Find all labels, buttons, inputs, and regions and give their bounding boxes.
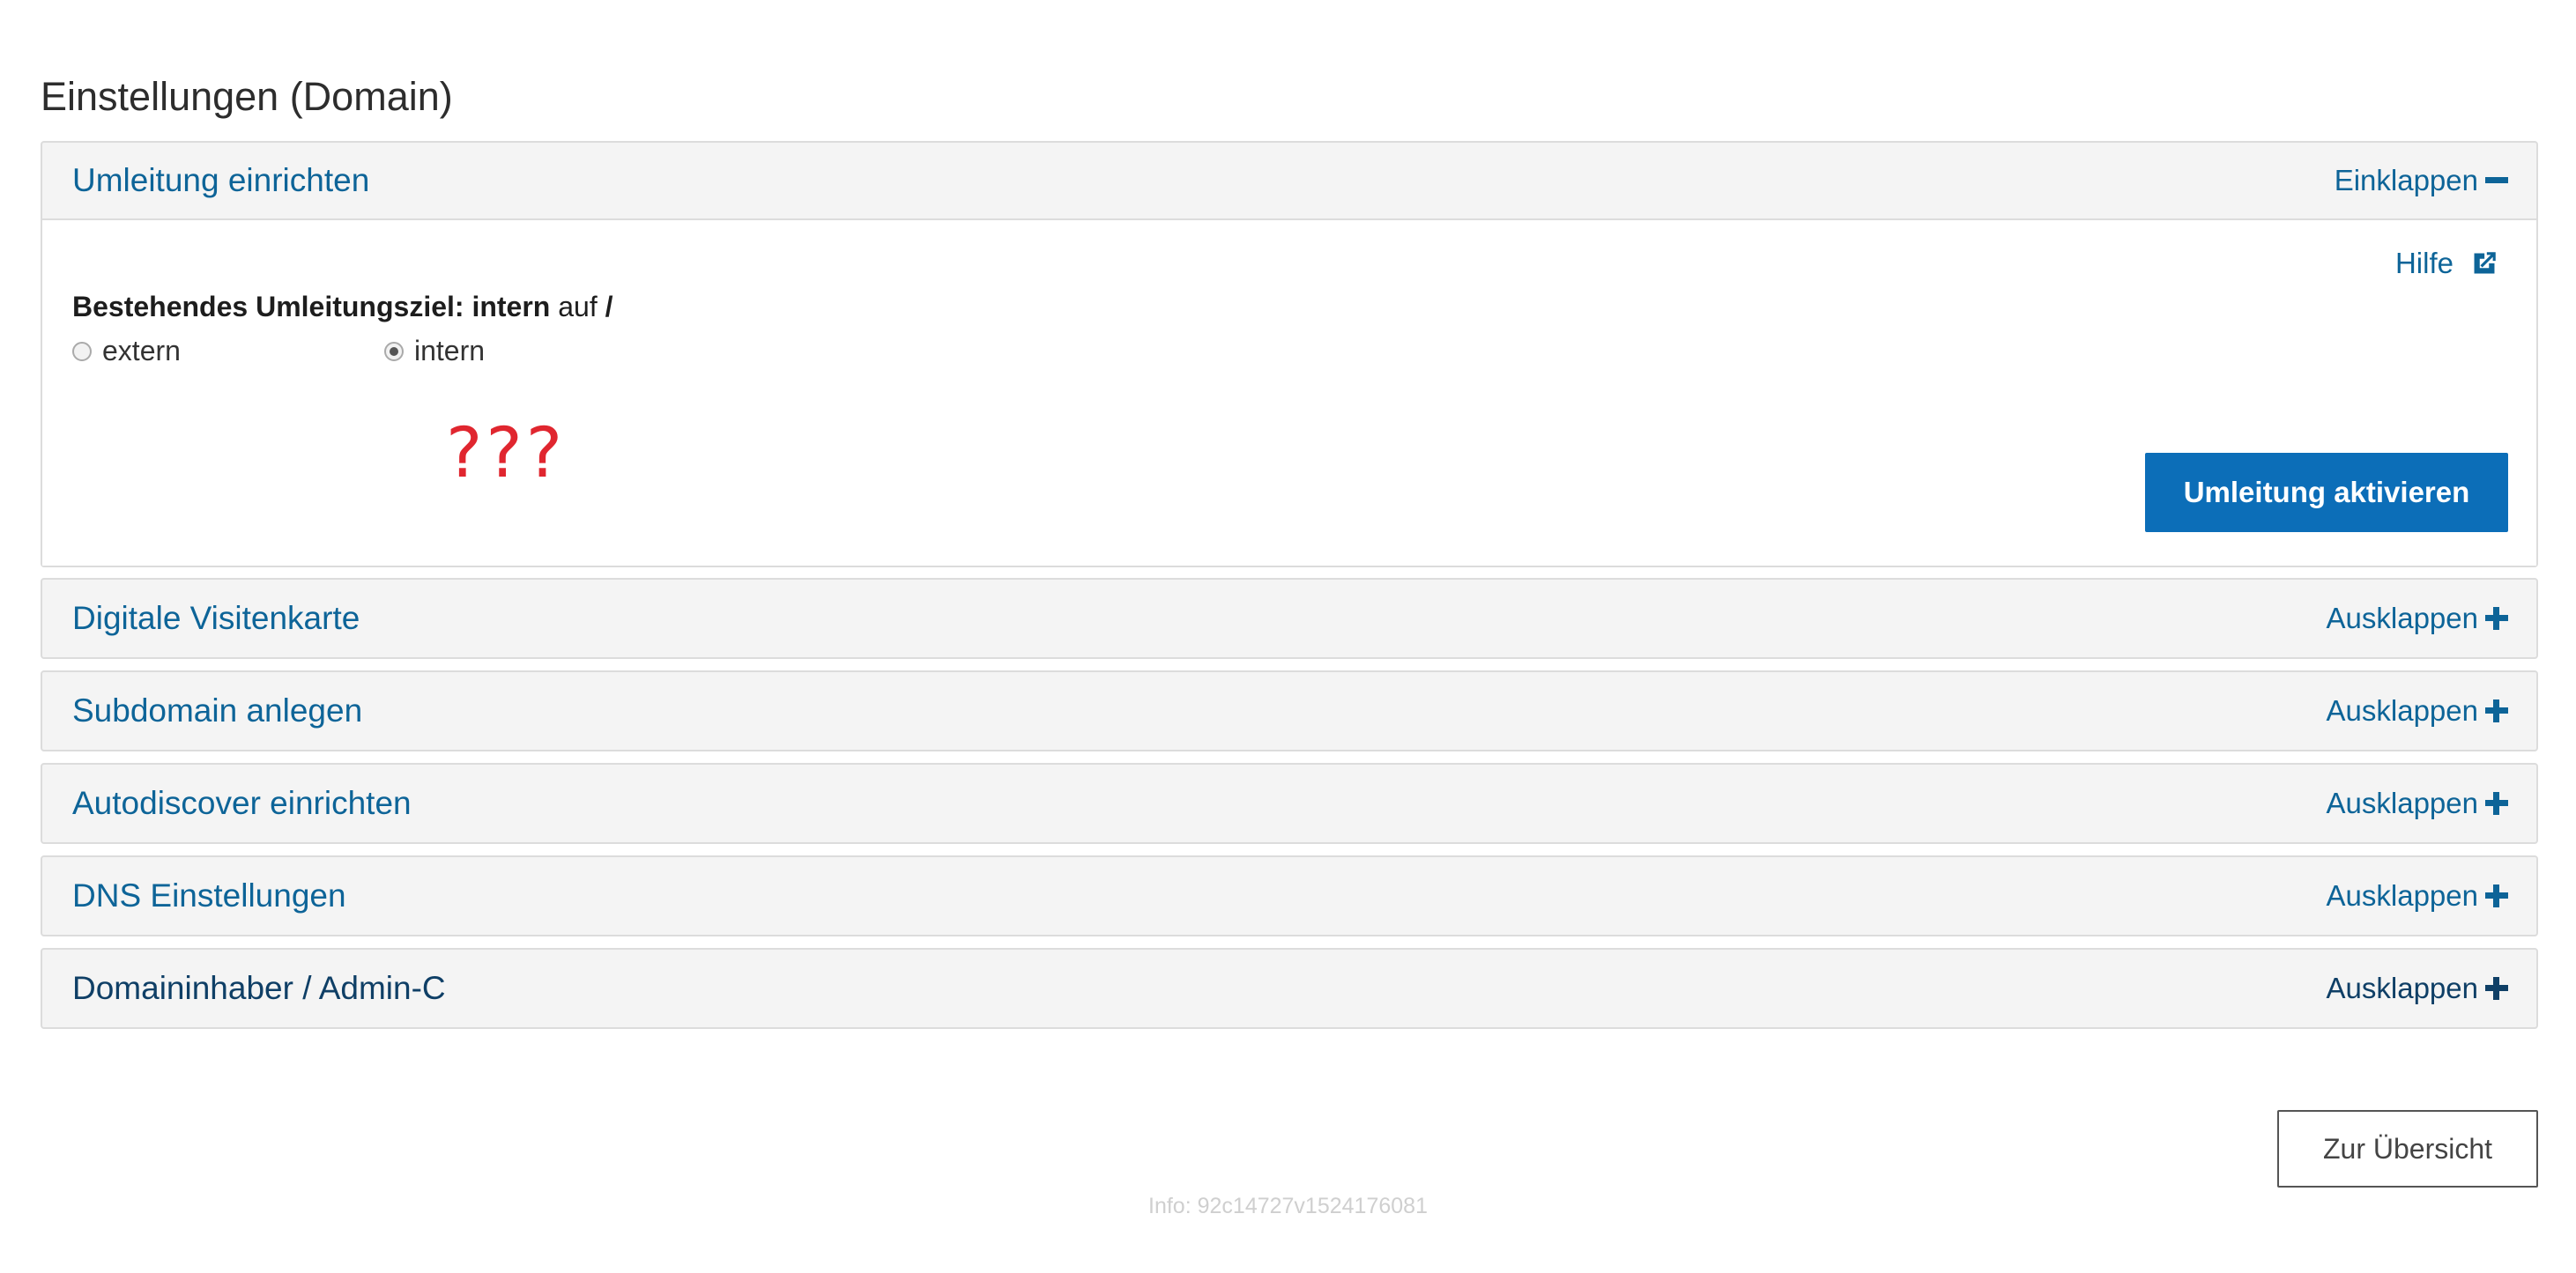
panel-title: Domaininhaber / Admin-C [72,970,446,1006]
activate-redirect-button[interactable]: Umleitung aktivieren [2145,453,2508,532]
plus-icon [2485,699,2508,722]
radio-intern[interactable] [384,341,404,361]
panel-body-umleitung: Hilfe Bestehendes Umleitungsziel: intern… [42,220,2536,566]
existing-target-path: / [605,291,613,322]
plus-icon [2485,884,2508,907]
panel-autodiscover-einrichten: Autodiscover einrichten Ausklappen [41,763,2538,844]
plus-icon [2485,792,2508,815]
plus-icon [2485,607,2508,630]
expand-toggle[interactable]: Ausklappen [2327,972,2508,1005]
panel-digitale-visitenkarte: Digitale Visitenkarte Ausklappen [41,578,2538,659]
radio-option-extern[interactable]: extern [72,335,181,367]
help-link[interactable]: Hilfe [2395,247,2499,280]
panel-title: DNS Einstellungen [72,877,346,914]
help-label: Hilfe [2394,247,2454,279]
panel-header-domaininhaber-admin-c[interactable]: Domaininhaber / Admin-C Ausklappen [42,950,2536,1027]
panel-title: Subdomain anlegen [72,692,363,729]
external-link-icon [2474,252,2496,274]
radio-label-extern: extern [102,335,181,366]
panel-umleitung: Umleitung einrichten Einklappen Hilfe Be… [41,141,2538,567]
toggle-label: Ausklappen [2326,972,2478,1004]
toggle-label: Ausklappen [2326,787,2478,819]
page-title: Einstellungen (Domain) [41,74,453,119]
panel-title: Umleitung einrichten [72,162,370,198]
panel-header-umleitung[interactable]: Umleitung einrichten Einklappen [42,143,2536,220]
panel-subdomain-anlegen: Subdomain anlegen Ausklappen [41,670,2538,751]
toggle-label: Ausklappen [2326,879,2478,912]
minus-icon [2485,169,2508,192]
annotation-question-marks: ??? [446,414,567,493]
panel-header-subdomain-anlegen[interactable]: Subdomain anlegen Ausklappen [42,672,2536,750]
panel-title: Autodiscover einrichten [72,785,412,821]
expand-toggle[interactable]: Ausklappen [2327,879,2508,913]
toggle-label: Ausklappen [2326,602,2478,634]
existing-target-type: intern [471,291,551,322]
panel-header-autodiscover-einrichten[interactable]: Autodiscover einrichten Ausklappen [42,765,2536,842]
domain-settings-page: Einstellungen (Domain) Umleitung einrich… [0,0,2576,1273]
expand-toggle[interactable]: Ausklappen [2327,787,2508,820]
radio-option-intern[interactable]: intern [384,335,485,367]
expand-toggle[interactable]: Ausklappen [2327,602,2508,635]
panel-header-digitale-visitenkarte[interactable]: Digitale Visitenkarte Ausklappen [42,580,2536,657]
panel-title: Digitale Visitenkarte [72,600,360,636]
existing-target-prep: auf [558,291,598,322]
toggle-label: Ausklappen [2326,694,2478,727]
existing-target-label: Bestehendes Umleitungsziel: [72,291,464,322]
plus-icon [2485,977,2508,1000]
radio-label-intern: intern [414,335,486,366]
panel-header-dns-einstellungen[interactable]: DNS Einstellungen Ausklappen [42,857,2536,935]
overview-button[interactable]: Zur Übersicht [2277,1110,2538,1188]
existing-redirect-target: Bestehendes Umleitungsziel: intern auf / [72,291,612,323]
radio-extern[interactable] [72,341,92,361]
collapse-toggle[interactable]: Einklappen [2335,164,2508,197]
expand-toggle[interactable]: Ausklappen [2327,694,2508,728]
panel-domaininhaber-admin-c: Domaininhaber / Admin-C Ausklappen [41,948,2538,1029]
panel-dns-einstellungen: DNS Einstellungen Ausklappen [41,855,2538,936]
footer-info: Info: 92c14727v1524176081 [1148,1194,1428,1218]
toggle-label: Einklappen [2334,164,2478,196]
